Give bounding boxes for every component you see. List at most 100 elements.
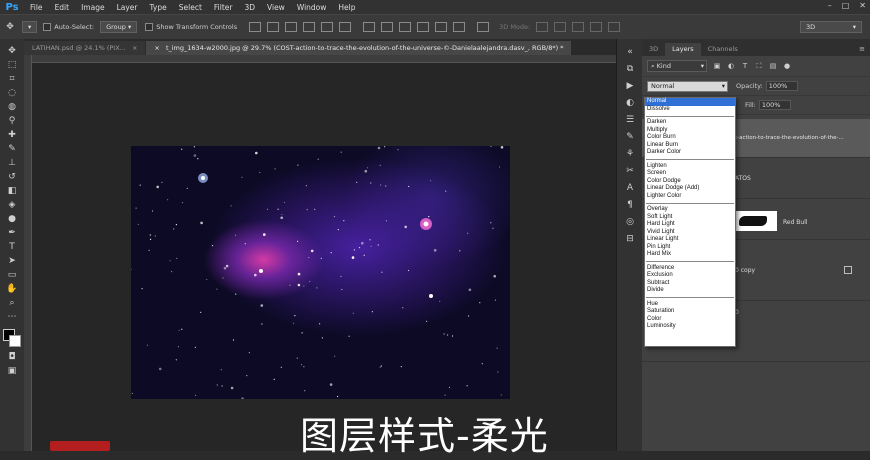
blend-option-linear-light[interactable]: Linear Light bbox=[645, 236, 735, 244]
quick-selection-tool-icon[interactable]: ◍ bbox=[5, 102, 19, 113]
info-panel-icon[interactable]: ⊟ bbox=[624, 234, 636, 245]
align-bottom-icon[interactable] bbox=[285, 22, 298, 32]
tab-channels[interactable]: Channels bbox=[701, 43, 745, 56]
paint-bucket-tool-icon[interactable]: ◈ bbox=[5, 200, 19, 211]
menu-item-image[interactable]: Image bbox=[75, 3, 111, 12]
filter-type-icon[interactable]: T bbox=[741, 62, 749, 70]
distribute-bottom-icon[interactable] bbox=[399, 22, 412, 32]
blend-option-lighter-color[interactable]: Lighter Color bbox=[645, 193, 735, 201]
align-right-icon[interactable] bbox=[339, 22, 352, 32]
fill-field[interactable]: 100% bbox=[758, 100, 791, 110]
auto-select-dropdown[interactable]: Group ▾ bbox=[100, 21, 138, 33]
blend-option-overlay[interactable]: Overlay bbox=[645, 206, 735, 214]
clone-source-panel-icon[interactable]: ✂ bbox=[624, 166, 636, 177]
marquee-tool-icon[interactable]: ⬚ bbox=[5, 60, 19, 71]
quick-mask-icon[interactable]: ◘ bbox=[5, 352, 19, 363]
blend-option-screen[interactable]: Screen bbox=[645, 170, 735, 178]
history-panel-icon[interactable]: ⧉ bbox=[624, 64, 636, 75]
collapse-panels-icon[interactable]: « bbox=[624, 47, 636, 58]
rectangle-tool-icon[interactable]: ▭ bbox=[5, 270, 19, 281]
blend-option-color-dodge[interactable]: Color Dodge bbox=[645, 178, 735, 186]
blend-option-linear-dodge-add[interactable]: Linear Dodge (Add) bbox=[645, 185, 735, 193]
blend-option-vivid-light[interactable]: Vivid Light bbox=[645, 229, 735, 237]
menu-item-view[interactable]: View bbox=[261, 3, 291, 12]
opacity-field[interactable]: 100% bbox=[765, 81, 798, 91]
lasso-tool-icon[interactable]: ◌ bbox=[5, 88, 19, 99]
move-tool-icon[interactable]: ✥ bbox=[4, 22, 16, 33]
dodge-tool-icon[interactable]: ● bbox=[5, 214, 19, 225]
document-tab-active[interactable]: × t_img_1634-w2000.jpg @ 29.7% (COST-act… bbox=[146, 41, 572, 55]
menu-item-filter[interactable]: Filter bbox=[208, 3, 239, 12]
actions-panel-icon[interactable]: ▶ bbox=[624, 81, 636, 92]
align-left-icon[interactable] bbox=[303, 22, 316, 32]
blend-option-saturation[interactable]: Saturation bbox=[645, 308, 735, 316]
blend-option-color-burn[interactable]: Color Burn bbox=[645, 134, 735, 142]
blend-option-dissolve[interactable]: Dissolve bbox=[645, 106, 735, 114]
eyedropper-tool-icon[interactable]: ⚲ bbox=[5, 116, 19, 127]
blend-mode-dropdown[interactable]: Normal ▾ bbox=[647, 80, 728, 92]
move-tool-icon[interactable]: ✥ bbox=[5, 46, 19, 57]
adjustments-panel-icon[interactable]: ◐ bbox=[624, 98, 636, 109]
distribute-vcenter-icon[interactable] bbox=[381, 22, 394, 32]
blend-option-luminosity[interactable]: Luminosity bbox=[645, 323, 735, 331]
menu-item-type[interactable]: Type bbox=[144, 3, 173, 12]
properties-panel-icon[interactable]: ☰ bbox=[624, 115, 636, 126]
align-hcenter-icon[interactable] bbox=[321, 22, 334, 32]
filter-shape-icon[interactable]: ⛶ bbox=[755, 62, 763, 70]
3d-scale-icon[interactable] bbox=[608, 22, 621, 32]
menu-item-layer[interactable]: Layer bbox=[111, 3, 144, 12]
horizontal-ruler[interactable] bbox=[24, 55, 616, 63]
brush-tool-icon[interactable]: ✎ bbox=[5, 144, 19, 155]
auto-select-checkbox[interactable] bbox=[43, 23, 52, 31]
filter-pixel-icon[interactable]: ▣ bbox=[713, 62, 721, 70]
galaxy-image[interactable] bbox=[131, 146, 510, 399]
blend-option-hard-mix[interactable]: Hard Mix bbox=[645, 251, 735, 259]
filter-smart-object-icon[interactable]: ▤ bbox=[769, 62, 777, 70]
minimize-icon[interactable]: – bbox=[828, 1, 832, 10]
3d-rotate-icon[interactable] bbox=[536, 22, 549, 32]
3d-slide-icon[interactable] bbox=[590, 22, 603, 32]
panel-menu-icon[interactable]: ≡ bbox=[859, 45, 870, 56]
vertical-ruler[interactable] bbox=[24, 55, 32, 451]
blend-option-normal[interactable]: Normal bbox=[645, 98, 735, 106]
blend-option-pin-light[interactable]: Pin Light bbox=[645, 244, 735, 252]
blend-option-darker-color[interactable]: Darker Color bbox=[645, 149, 735, 157]
show-transform-option[interactable]: Show Transform Controls bbox=[145, 23, 237, 31]
menu-item-select[interactable]: Select bbox=[173, 3, 208, 12]
crop-tool-icon[interactable]: ⌗ bbox=[5, 74, 19, 85]
blend-option-multiply[interactable]: Multiply bbox=[645, 127, 735, 135]
edit-toolbar-icon[interactable]: ⋯ bbox=[5, 312, 19, 323]
eraser-tool-icon[interactable]: ◧ bbox=[5, 186, 19, 197]
blend-option-exclusion[interactable]: Exclusion bbox=[645, 272, 735, 280]
blend-option-soft-light[interactable]: Soft Light bbox=[645, 214, 735, 222]
menu-item-3d[interactable]: 3D bbox=[238, 3, 261, 12]
filter-adjustment-icon[interactable]: ◐ bbox=[727, 62, 735, 70]
menu-item-file[interactable]: File bbox=[24, 3, 49, 12]
auto-select-option[interactable]: Auto-Select: bbox=[43, 23, 94, 31]
tab-3d[interactable]: 3D bbox=[642, 43, 665, 56]
character-panel-icon[interactable]: A bbox=[624, 183, 636, 194]
tab-layers[interactable]: Layers bbox=[665, 43, 701, 56]
close-tab-icon[interactable]: × bbox=[154, 44, 159, 52]
healing-brush-tool-icon[interactable]: ✚ bbox=[5, 130, 19, 141]
type-tool-icon[interactable]: T bbox=[5, 242, 19, 253]
background-color-swatch[interactable] bbox=[9, 335, 21, 347]
distribute-top-icon[interactable] bbox=[363, 22, 376, 32]
blend-option-darken[interactable]: Darken bbox=[645, 119, 735, 127]
blend-option-linear-burn[interactable]: Linear Burn bbox=[645, 142, 735, 150]
libraries-panel-icon[interactable]: ◎ bbox=[624, 217, 636, 228]
blend-option-divide[interactable]: Divide bbox=[645, 287, 735, 295]
align-vcenter-icon[interactable] bbox=[267, 22, 280, 32]
3d-pan-icon[interactable] bbox=[572, 22, 585, 32]
blend-option-lighten[interactable]: Lighten bbox=[645, 163, 735, 171]
filter-kind-dropdown[interactable]: ⌕ Kind ▾ bbox=[647, 60, 707, 72]
distribute-hcenter-icon[interactable] bbox=[435, 22, 448, 32]
blend-option-difference[interactable]: Difference bbox=[645, 265, 735, 273]
paragraph-panel-icon[interactable]: ¶ bbox=[624, 200, 636, 211]
pen-tool-icon[interactable]: ✒ bbox=[5, 228, 19, 239]
close-tab-icon[interactable]: × bbox=[132, 44, 137, 52]
workspace-dropdown[interactable]: 3D ▾ bbox=[800, 21, 862, 33]
3d-roll-icon[interactable] bbox=[554, 22, 567, 32]
menu-item-help[interactable]: Help bbox=[332, 3, 361, 12]
distribute-right-icon[interactable] bbox=[453, 22, 466, 32]
